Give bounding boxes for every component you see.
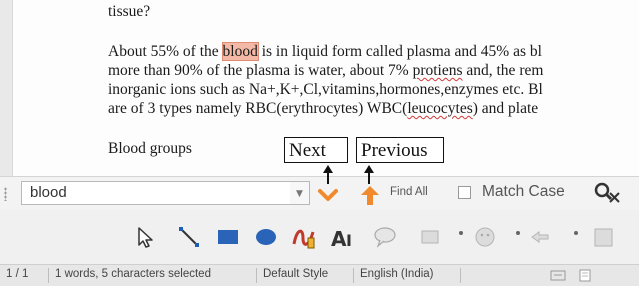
- previous-callout-label: Previous: [356, 137, 444, 163]
- language-indicator[interactable]: English (India): [360, 268, 434, 280]
- find-next-icon[interactable]: [316, 183, 340, 207]
- find-all-button[interactable]: Find All: [390, 186, 428, 198]
- find-toolbar: blood ▼ Find All Match Case: [0, 176, 639, 211]
- toolbar-grip-handle[interactable]: [4, 187, 7, 201]
- text-line: tissue?: [108, 3, 151, 20]
- misspelled-word: protiens: [412, 62, 463, 79]
- find-previous-icon[interactable]: [358, 183, 382, 207]
- symbol-shapes-dropdown-icon[interactable]: [516, 231, 520, 235]
- basic-shapes-icon[interactable]: [418, 224, 444, 250]
- next-callout-line: [327, 172, 329, 184]
- match-case-label[interactable]: Match Case: [482, 183, 565, 201]
- find-replace-icon[interactable]: [592, 181, 622, 205]
- callout-icon[interactable]: [372, 224, 398, 250]
- previous-callout-line: [368, 172, 370, 184]
- next-callout-label: Next: [284, 137, 348, 163]
- text-line: About 55% of the blood is in liquid form…: [108, 42, 542, 61]
- symbol-shapes-icon[interactable]: [472, 224, 498, 250]
- ellipse-icon[interactable]: [253, 224, 279, 250]
- freeform-icon[interactable]: [291, 224, 317, 250]
- svg-text:A: A: [331, 227, 347, 250]
- search-match-highlight: blood: [221, 42, 259, 61]
- page-style[interactable]: Default Style: [263, 268, 328, 280]
- text-line: inorganic ions such as Na+,K+,Cl,vitamin…: [108, 81, 543, 98]
- document-modified-icon[interactable]: [578, 269, 592, 282]
- insert-mode-icon[interactable]: [550, 270, 566, 281]
- find-search-input[interactable]: blood: [21, 181, 291, 205]
- text-line: are of 3 types namely RBC(erythrocytes) …: [108, 100, 539, 117]
- search-history-dropdown[interactable]: ▼: [290, 181, 310, 205]
- svg-text:I: I: [346, 231, 352, 250]
- basic-shapes-dropdown-icon[interactable]: [459, 231, 463, 235]
- page-text[interactable]: tissue? About 55% of the blood is in liq…: [108, 2, 639, 158]
- block-arrows-icon[interactable]: [528, 224, 554, 250]
- extrusion-icon[interactable]: [590, 224, 616, 250]
- status-bar: 1 / 1 1 words, 5 characters selected Def…: [0, 264, 639, 286]
- select-arrow-icon[interactable]: [132, 224, 158, 250]
- line-icon[interactable]: [176, 224, 202, 250]
- drawing-toolbar: A I: [0, 210, 639, 264]
- rectangle-icon[interactable]: [215, 224, 241, 250]
- match-case-checkbox[interactable]: [458, 186, 471, 199]
- page-margin: [0, 0, 13, 178]
- fontwork-icon[interactable]: A I: [330, 224, 356, 250]
- word-count[interactable]: 1 words, 5 characters selected: [55, 268, 211, 280]
- misspelled-word: leucocytes: [407, 100, 473, 117]
- block-arrows-dropdown-icon[interactable]: [574, 231, 578, 235]
- page-indicator[interactable]: 1 / 1: [6, 268, 28, 280]
- text-line: more than 90% of the plasma is water, ab…: [108, 62, 544, 79]
